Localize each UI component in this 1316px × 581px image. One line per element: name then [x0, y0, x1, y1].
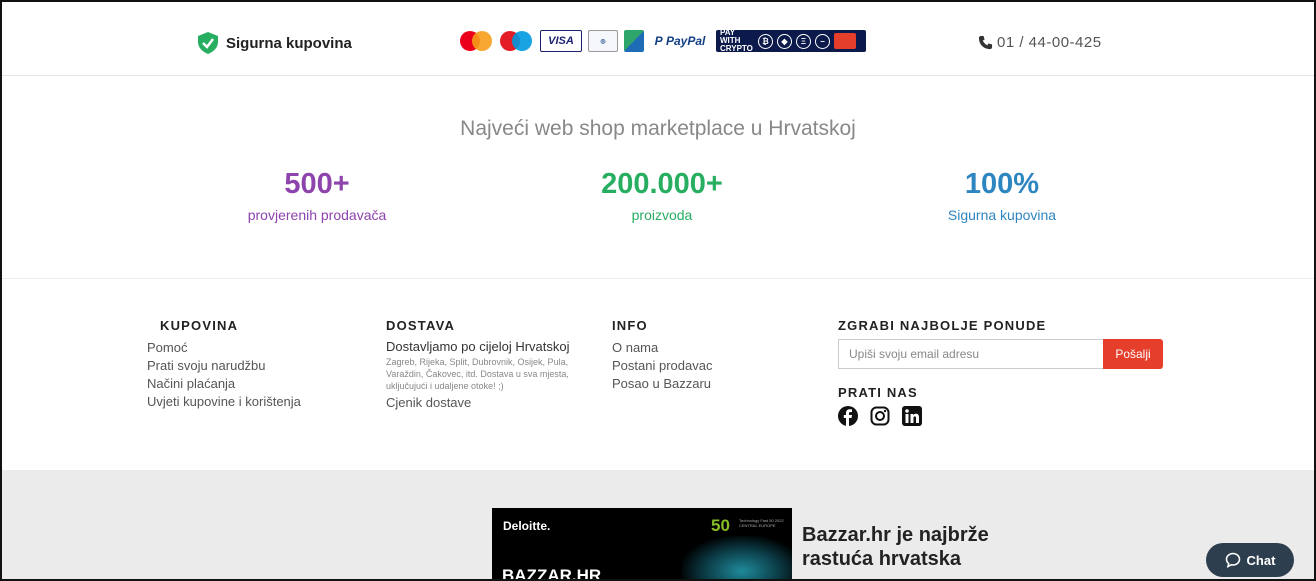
stat-products: 200.000+ proizvoda [601, 168, 723, 223]
delivery-subtitle: Dostavljamo po cijeloj Hrvatskoj [386, 339, 570, 354]
visa-icon: VISA [540, 30, 582, 52]
secure-shopping: Sigurna kupovina [198, 32, 352, 54]
email-input[interactable]: Upiši svoju email adresu [838, 339, 1103, 369]
deloitte-badge: Deloitte. 50 Technology Fast 50 2022 CEN… [492, 508, 792, 581]
phone-number[interactable]: 01 / 44-00-425 [978, 34, 1102, 51]
link-become-seller[interactable]: Postani prodavac [612, 357, 712, 375]
divider [2, 278, 1314, 279]
col-title: DOSTAVA [386, 318, 456, 333]
social-links [838, 406, 1168, 426]
col-title: INFO [612, 318, 648, 333]
link-help[interactable]: Pomoć [147, 339, 301, 357]
col-title: KUPOVINA [160, 318, 239, 333]
link-jobs[interactable]: Posao u Bazzaru [612, 375, 712, 393]
badge-small-text: Technology Fast 50 2022 CENTRAL EUROPE [739, 518, 784, 528]
maestro-icon [500, 30, 534, 52]
stat-secure: 100% Sigurna kupovina [947, 168, 1057, 223]
award-section: Deloitte. 50 Technology Fast 50 2022 CEN… [2, 470, 1314, 581]
badge-title: BAZZAR.HR [502, 566, 602, 581]
link-terms[interactable]: Uvjeti kupovine i korištenja [147, 393, 301, 411]
link-delivery-prices[interactable]: Cjenik dostave [386, 394, 601, 412]
gj-icon [624, 30, 644, 52]
footer-col-kupovina: KUPOVINA Pomoć Prati svoju narudžbu Nači… [147, 318, 301, 411]
delivery-cities: Zagreb, Rijeka, Split, Dubrovnik, Osijek… [386, 357, 569, 391]
follow-title: PRATI NAS [838, 385, 918, 400]
badge-brand: Deloitte. [503, 519, 551, 533]
paypal-icon: P PayPal [654, 34, 706, 48]
page-frame: Sigurna kupovina VISA ◎ P PayPal PAY WIT… [0, 0, 1316, 581]
payment-methods: VISA ◎ P PayPal PAY WITH CRYPTO ₿ ◆ Ξ − [460, 29, 866, 53]
mastercard-icon [460, 30, 494, 52]
shield-check-icon [198, 32, 218, 54]
diners-club-icon: ◎ [588, 30, 618, 52]
footer-col-dostava: DOSTAVA Dostavljamo po cijeloj Hrvatskoj… [386, 318, 601, 412]
link-payment-methods[interactable]: Načini plaćanja [147, 375, 301, 393]
award-headline: Bazzar.hr je najbrže rastuća hrvatska [802, 524, 989, 570]
link-about[interactable]: O nama [612, 339, 712, 357]
chat-bubble-icon [1225, 552, 1240, 568]
chat-button[interactable]: Chat [1206, 543, 1294, 577]
pay-with-crypto-icon: PAY WITH CRYPTO ₿ ◆ Ξ − [716, 29, 866, 53]
facebook-icon[interactable] [838, 406, 858, 426]
footer-col-info: INFO O nama Postani prodavac Posao u Baz… [612, 318, 712, 393]
newsletter-form: Upiši svoju email adresu Pošalji [838, 339, 1168, 369]
link-track-order[interactable]: Prati svoju narudžbu [147, 357, 301, 375]
linkedin-icon[interactable] [902, 406, 922, 426]
secure-label: Sigurna kupovina [226, 34, 352, 52]
badge-number: 50 [711, 516, 730, 535]
footer-col-newsletter: ZGRABI NAJBOLJE PONUDE Upiši svoju email… [838, 318, 1168, 426]
instagram-icon[interactable] [870, 406, 890, 426]
col-title: ZGRABI NAJBOLJE PONUDE [838, 318, 1047, 333]
badge-graphic [682, 536, 792, 579]
stat-sellers: 500+ provjerenih prodavača [247, 168, 387, 223]
send-button[interactable]: Pošalji [1103, 339, 1163, 369]
top-bar: Sigurna kupovina VISA ◎ P PayPal PAY WIT… [2, 2, 1314, 76]
phone-icon [978, 35, 993, 50]
tagline: Najveći web shop marketplace u Hrvatskoj [460, 117, 856, 140]
